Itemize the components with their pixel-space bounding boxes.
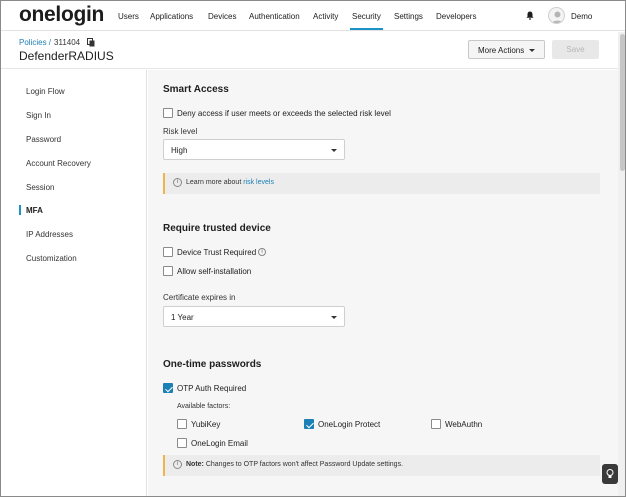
risk-levels-notice: i Learn more about risk levels: [163, 173, 600, 194]
self-install-label: Allow self-installation: [177, 267, 252, 276]
cert-expires-label: Certificate expires in: [163, 293, 236, 302]
save-button[interactable]: Save: [552, 40, 599, 59]
deny-access-label: Deny access if user meets or exceeds the…: [177, 109, 391, 118]
bell-icon[interactable]: [526, 11, 534, 20]
breadcrumb: Policies /311404: [19, 38, 80, 47]
risk-levels-link[interactable]: risk levels: [243, 179, 274, 186]
chevron-down-icon: [529, 49, 535, 52]
app-window: onelogin™ Users Applications Devices Aut…: [0, 0, 626, 497]
otp-heading: One-time passwords: [163, 359, 262, 370]
nav-authentication[interactable]: Authentication: [249, 12, 300, 21]
nav-developers[interactable]: Developers: [436, 12, 476, 21]
nav-activity[interactable]: Activity: [313, 12, 338, 21]
policy-sidebar: [1, 70, 147, 496]
lightbulb-icon: [606, 469, 614, 478]
device-trust-label: Device Trust Required: [177, 248, 257, 257]
onelogin-email-label: OneLogin Email: [191, 439, 248, 448]
breadcrumb-policies-link[interactable]: Policies /: [19, 38, 51, 47]
onelogin-email-checkbox[interactable]: [177, 438, 187, 448]
sidebar-item-account-recovery[interactable]: Account Recovery: [26, 159, 91, 168]
sidebar-item-login-flow[interactable]: Login Flow: [26, 87, 65, 96]
avatar[interactable]: [548, 7, 565, 24]
nav-devices[interactable]: Devices: [208, 12, 236, 21]
copy-icon[interactable]: [87, 38, 95, 47]
user-icon: [551, 11, 564, 23]
onelogin-protect-checkbox[interactable]: [304, 419, 314, 429]
webauthn-label: WebAuthn: [445, 420, 483, 429]
available-factors-label: Available factors:: [177, 403, 231, 410]
info-icon: i: [173, 460, 182, 469]
more-actions-button[interactable]: More Actions: [468, 40, 545, 59]
otp-note: i Note: Changes to OTP factors won't aff…: [163, 455, 600, 476]
help-button[interactable]: [602, 464, 618, 484]
main-content: [148, 70, 618, 496]
sidebar-item-mfa[interactable]: MFA: [26, 206, 43, 215]
scrollbar-thumb[interactable]: [620, 34, 625, 171]
yubikey-label: YubiKey: [191, 420, 221, 429]
chevron-down-icon: [331, 149, 337, 152]
info-icon[interactable]: i: [258, 248, 266, 256]
top-nav: onelogin™ Users Applications Devices Aut…: [1, 1, 625, 31]
user-name[interactable]: Demo: [571, 12, 592, 21]
page-title: DefenderRADIUS: [19, 49, 114, 63]
nav-security[interactable]: Security: [352, 12, 381, 21]
risk-level-label: Risk level: [163, 127, 198, 136]
info-icon: i: [173, 178, 182, 187]
yubikey-checkbox[interactable]: [177, 419, 187, 429]
nav-active-indicator: [350, 28, 383, 30]
risk-level-select[interactable]: High: [163, 139, 345, 160]
self-install-checkbox[interactable]: [163, 266, 173, 276]
onelogin-protect-label: OneLogin Protect: [318, 420, 381, 429]
trusted-device-heading: Require trusted device: [163, 223, 271, 234]
sidebar-item-customization[interactable]: Customization: [26, 254, 77, 263]
smart-access-heading: Smart Access: [163, 84, 229, 95]
cert-expires-select[interactable]: 1 Year: [163, 306, 345, 327]
nav-applications[interactable]: Applications: [150, 12, 193, 21]
webauthn-checkbox[interactable]: [431, 419, 441, 429]
nav-settings[interactable]: Settings: [394, 12, 423, 21]
device-trust-checkbox[interactable]: [163, 247, 173, 257]
otp-required-label: OTP Auth Required: [177, 384, 247, 393]
deny-access-checkbox[interactable]: [163, 108, 173, 118]
otp-required-checkbox[interactable]: [163, 383, 173, 393]
page-header: Policies /311404 DefenderRADIUS More Act…: [1, 32, 618, 69]
onelogin-logo[interactable]: onelogin™: [19, 1, 112, 27]
sidebar-active-indicator: [19, 205, 21, 215]
nav-users[interactable]: Users: [118, 12, 139, 21]
sidebar-item-ip-addresses[interactable]: IP Addresses: [26, 230, 73, 239]
chevron-down-icon: [331, 316, 337, 319]
policy-id: 311404: [54, 38, 81, 47]
sidebar-item-session[interactable]: Session: [26, 183, 54, 192]
sidebar-item-password[interactable]: Password: [26, 135, 61, 144]
sidebar-item-sign-in[interactable]: Sign In: [26, 111, 51, 120]
